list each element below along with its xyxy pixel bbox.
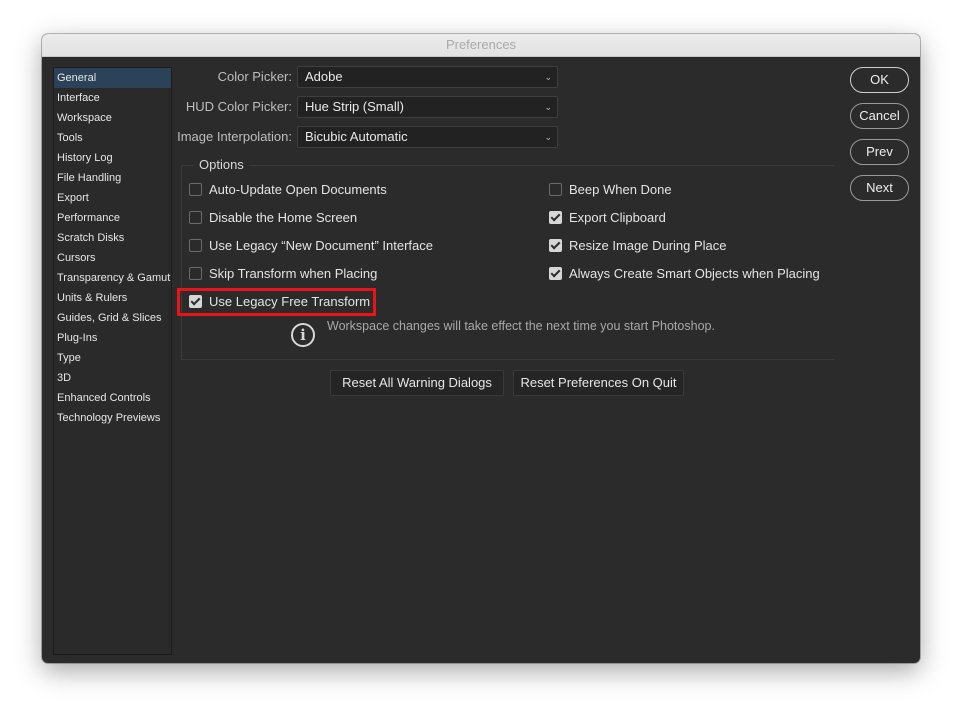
checkbox-checked[interactable] [549, 266, 562, 280]
image-interpolation-label: Image Interpolation: [177, 129, 292, 144]
image-interpolation-row: Image Interpolation: Bicubic Automatic ⌄ [42, 126, 920, 148]
option-resize-image-during-place[interactable]: Resize Image During Place [549, 236, 727, 254]
ok-button[interactable]: OK [850, 67, 909, 93]
checkbox[interactable] [189, 266, 202, 280]
sidebar-item-enhanced-controls[interactable]: Enhanced Controls [54, 388, 171, 408]
color-picker-select[interactable]: Adobe ⌄ [297, 66, 558, 88]
sidebar-item-technology-previews[interactable]: Technology Previews [54, 408, 171, 428]
chevron-down-icon: ⌄ [544, 72, 552, 82]
sidebar-item-guides-grid-slices[interactable]: Guides, Grid & Slices [54, 308, 171, 328]
hud-color-picker-row: HUD Color Picker: Hue Strip (Small) ⌄ [42, 96, 920, 118]
option-label: Beep When Done [569, 181, 672, 197]
option-skip-transform-when-placing[interactable]: Skip Transform when Placing [189, 264, 377, 282]
sidebar-item-cursors[interactable]: Cursors [54, 248, 171, 268]
option-label: Resize Image During Place [569, 237, 727, 253]
option-label: Skip Transform when Placing [209, 265, 378, 281]
chevron-down-icon: ⌄ [544, 102, 552, 112]
option-label: Export Clipboard [569, 209, 666, 225]
checkbox[interactable] [189, 238, 202, 252]
option-label: Disable the Home Screen [209, 209, 358, 225]
color-picker-label: Color Picker: [217, 69, 292, 84]
reset-preferences-on-quit-button[interactable]: Reset Preferences On Quit [513, 370, 684, 396]
hud-color-picker-value: Hue Strip (Small) [305, 99, 404, 114]
checkbox[interactable] [189, 182, 202, 196]
color-picker-row: Color Picker: Adobe ⌄ [42, 66, 920, 88]
image-interpolation-select[interactable]: Bicubic Automatic ⌄ [297, 126, 558, 148]
option-beep-when-done[interactable]: Beep When Done [549, 180, 672, 198]
window-title: Preferences [42, 34, 920, 57]
info-message: Workspace changes will take effect the n… [327, 319, 715, 333]
options-title: Options [194, 156, 249, 174]
option-use-legacy-new-document[interactable]: Use Legacy “New Document” Interface [189, 236, 433, 254]
option-always-create-smart-objects[interactable]: Always Create Smart Objects when Placing [549, 264, 820, 282]
checkbox[interactable] [549, 182, 562, 196]
reset-all-warning-dialogs-button[interactable]: Reset All Warning Dialogs [330, 370, 504, 396]
option-export-clipboard[interactable]: Export Clipboard [549, 208, 666, 226]
sidebar-item-type[interactable]: Type [54, 348, 171, 368]
prev-button[interactable]: Prev [850, 139, 909, 165]
sidebar-item-plug-ins[interactable]: Plug-Ins [54, 328, 171, 348]
sidebar-item-performance[interactable]: Performance [54, 208, 171, 228]
sidebar-item-transparency-gamut[interactable]: Transparency & Gamut [54, 268, 171, 288]
hud-color-picker-select[interactable]: Hue Strip (Small) ⌄ [297, 96, 558, 118]
cancel-button[interactable]: Cancel [850, 103, 909, 129]
next-button[interactable]: Next [850, 175, 909, 201]
option-disable-home-screen[interactable]: Disable the Home Screen [189, 208, 357, 226]
checkbox-checked[interactable] [549, 210, 562, 224]
sidebar: General Interface Workspace Tools Histor… [53, 67, 172, 655]
checkbox-checked[interactable] [549, 238, 562, 252]
option-label: Use Legacy “New Document” Interface [209, 237, 433, 253]
highlight-annotation-box [177, 288, 376, 316]
image-interpolation-value: Bicubic Automatic [305, 129, 408, 144]
color-picker-value: Adobe [305, 69, 343, 84]
option-auto-update-open-documents[interactable]: Auto-Update Open Documents [189, 180, 387, 198]
option-label: Auto-Update Open Documents [209, 181, 387, 197]
sidebar-item-3d[interactable]: 3D [54, 368, 171, 388]
sidebar-item-history-log[interactable]: History Log [54, 148, 171, 168]
preferences-window: Preferences General Interface Workspace … [42, 34, 920, 663]
sidebar-item-file-handling[interactable]: File Handling [54, 168, 171, 188]
option-label: Always Create Smart Objects when Placing [569, 265, 820, 281]
checkbox[interactable] [189, 210, 202, 224]
chevron-down-icon: ⌄ [544, 132, 552, 142]
sidebar-item-scratch-disks[interactable]: Scratch Disks [54, 228, 171, 248]
hud-color-picker-label: HUD Color Picker: [185, 99, 292, 114]
sidebar-item-export[interactable]: Export [54, 188, 171, 208]
info-icon: i [291, 323, 315, 347]
sidebar-item-units-rulers[interactable]: Units & Rulers [54, 288, 171, 308]
